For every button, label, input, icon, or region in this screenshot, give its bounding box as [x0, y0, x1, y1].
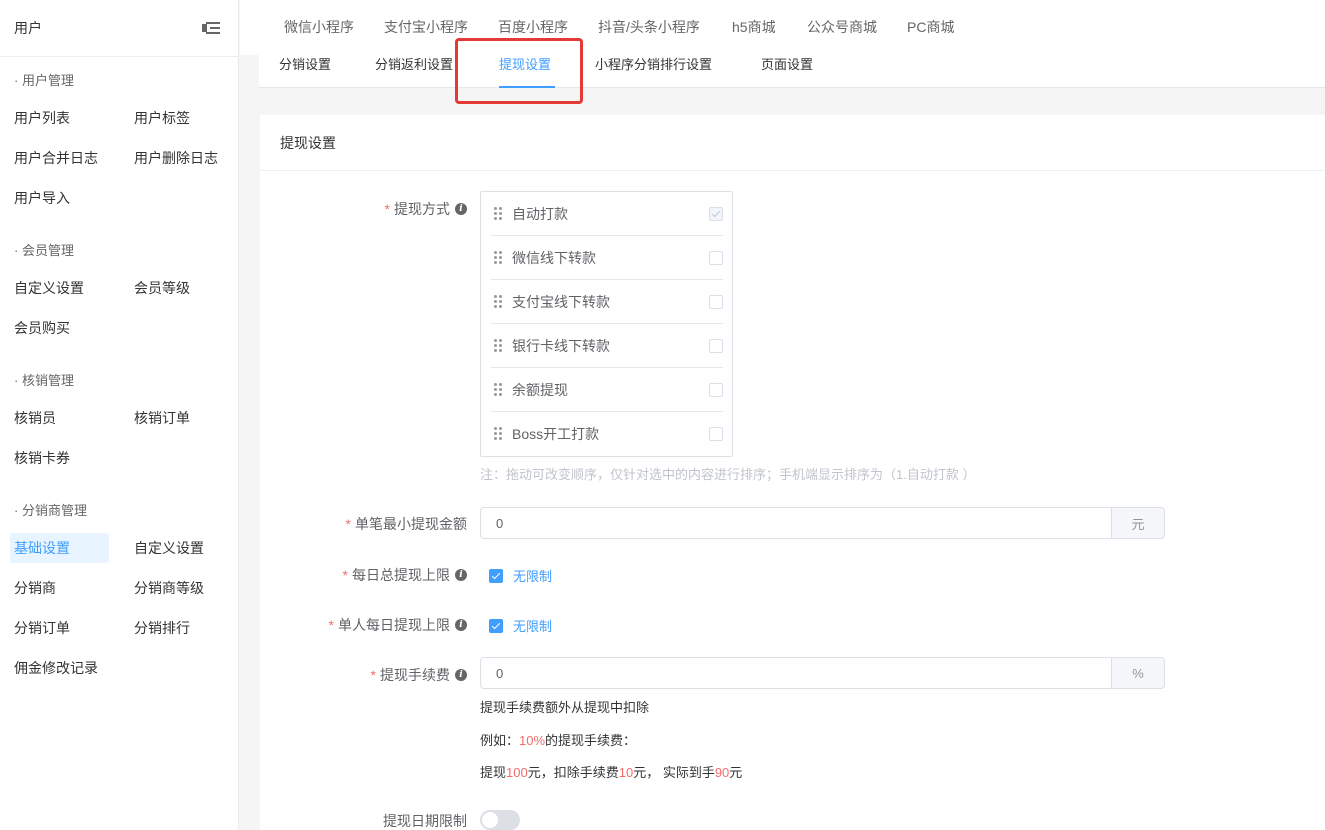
sidebar-item-user-import[interactable]: 用户导入	[10, 183, 74, 213]
sidebar-title: 用户	[14, 20, 42, 36]
sidebar-item-basic-settings[interactable]: 基础设置	[10, 533, 109, 563]
sidebar-item-distributor-level[interactable]: 分销商等级	[130, 573, 208, 603]
card-title: 提现设置	[260, 115, 1325, 171]
active-tab-indicator	[499, 86, 555, 88]
date-limit-switch[interactable]	[480, 810, 520, 830]
drag-handle-icon[interactable]	[494, 294, 502, 309]
sidebar-item-member-custom[interactable]: 自定义设置	[10, 273, 88, 303]
tab-page-settings[interactable]: 页面设置	[761, 54, 813, 73]
sidebar-item-commission-log[interactable]: 佣金修改记录	[10, 653, 102, 683]
tab-alipay-miniprogram[interactable]: 支付宝小程序	[384, 17, 468, 37]
withdraw-method-label: * 提现方式 i	[385, 199, 467, 219]
option-label: 支付宝线下转款	[512, 293, 610, 310]
sidebar-item-distribution-ranking[interactable]: 分销排行	[130, 613, 194, 643]
info-icon[interactable]: i	[455, 203, 467, 215]
sidebar: 用户 · 用户管理 用户列表 用户标签 用户合并日志 用户删除日志 用户导入 ·…	[0, 0, 239, 830]
sidebar-header: 用户	[0, 0, 238, 57]
fee-label: * 提现手续费 i	[371, 665, 467, 685]
fee-unit: %	[1111, 657, 1165, 689]
tab-ranking-settings[interactable]: 小程序分销排行设置	[595, 54, 712, 73]
fee-calculation-text: 提现100元，扣除手续费10元， 实际到手90元	[480, 765, 743, 780]
option-label: 微信线下转款	[512, 249, 596, 266]
tab-h5-mall[interactable]: h5商城	[732, 17, 776, 37]
drag-handle-icon[interactable]	[494, 427, 502, 441]
option-checkbox[interactable]	[709, 206, 723, 221]
tab-official-account-mall[interactable]: 公众号商城	[807, 17, 877, 37]
min-amount-label: * 单笔最小提现金额	[345, 516, 467, 532]
sidebar-item-member-level[interactable]: 会员等级	[130, 273, 194, 303]
list-item[interactable]: Boss开工打款	[491, 412, 723, 456]
fee-example-text: 例如：10%的提现手续费：	[480, 733, 637, 748]
list-item[interactable]: 银行卡线下转款	[491, 324, 723, 368]
option-checkbox[interactable]	[709, 382, 723, 397]
drag-handle-icon[interactable]	[494, 338, 502, 353]
checkbox-checked[interactable]	[489, 618, 503, 633]
sidebar-group-distributor: · 分销商管理	[14, 503, 87, 518]
info-icon[interactable]: i	[455, 619, 467, 631]
daily-total-unlimited-checkbox[interactable]: 无限制	[489, 566, 552, 585]
fee-input-group: %	[480, 657, 1165, 689]
tab-douyin-miniprogram[interactable]: 抖音/头条小程序	[598, 17, 700, 37]
checkbox-label: 无限制	[513, 569, 553, 584]
sidebar-group-verify: · 核销管理	[14, 373, 74, 388]
option-checkbox[interactable]	[709, 250, 723, 265]
sidebar-item-user-tags[interactable]: 用户标签	[130, 103, 194, 133]
sidebar-item-member-purchase[interactable]: 会员购买	[10, 313, 74, 343]
checkbox-checked[interactable]	[489, 568, 503, 583]
list-item[interactable]: 微信线下转款	[491, 236, 723, 280]
tab-rebate-settings[interactable]: 分销返利设置	[375, 54, 453, 73]
drag-handle-icon[interactable]	[494, 382, 502, 397]
list-item[interactable]: 自动打款	[491, 192, 723, 236]
option-label: 银行卡线下转款	[512, 337, 610, 354]
option-checkbox[interactable]	[709, 294, 723, 309]
sidebar-group-user: · 用户管理	[14, 73, 74, 88]
fee-input[interactable]	[480, 657, 1111, 689]
sidebar-item-verify-coupons[interactable]: 核销卡券	[10, 443, 74, 473]
withdraw-method-list: 自动打款 微信线下转款 支付宝线下转款 银行卡线下转款 余额提现 Boss开工打…	[480, 191, 733, 457]
sort-note: 注：拖动可改变顺序，仅针对选中的内容进行排序；手机端显示排序为（1.自动打款 ）	[480, 467, 976, 482]
tab-pc-mall[interactable]: PC商城	[907, 17, 954, 37]
option-label: 自动打款	[512, 205, 568, 222]
option-checkbox[interactable]	[709, 427, 723, 441]
collapse-menu-icon[interactable]	[202, 21, 220, 35]
sidebar-item-distribution-orders[interactable]: 分销订单	[10, 613, 74, 643]
tab-baidu-miniprogram[interactable]: 百度小程序	[498, 17, 568, 37]
tab-withdraw-settings[interactable]: 提现设置	[499, 54, 551, 73]
daily-total-limit-label: * 每日总提现上限 i	[343, 565, 467, 585]
sidebar-item-verify-orders[interactable]: 核销订单	[130, 403, 194, 433]
info-icon[interactable]: i	[455, 669, 467, 681]
drag-handle-icon[interactable]	[494, 206, 502, 221]
sidebar-item-user-merge-log[interactable]: 用户合并日志	[10, 143, 102, 173]
settings-sub-tabs: 分销设置 分销返利设置 提现设置 小程序分销排行设置 页面设置	[259, 40, 1325, 88]
daily-person-limit-label: * 单人每日提现上限 i	[329, 615, 467, 635]
fee-help-text: 提现手续费额外从提现中扣除	[480, 700, 650, 715]
tab-distribution-settings[interactable]: 分销设置	[279, 54, 331, 73]
list-item[interactable]: 余额提现	[491, 368, 723, 412]
min-amount-input-group: 元	[480, 507, 1165, 539]
sidebar-item-user-list[interactable]: 用户列表	[10, 103, 74, 133]
option-label: 余额提现	[512, 381, 568, 398]
sidebar-item-distributors[interactable]: 分销商	[10, 573, 60, 603]
list-item[interactable]: 支付宝线下转款	[491, 280, 723, 324]
option-checkbox[interactable]	[709, 338, 723, 353]
sidebar-group-member: · 会员管理	[14, 243, 74, 258]
sidebar-item-user-delete-log[interactable]: 用户删除日志	[130, 143, 222, 173]
tab-wechat-miniprogram[interactable]: 微信小程序	[284, 17, 354, 37]
min-amount-unit: 元	[1111, 507, 1165, 539]
sidebar-item-verifier[interactable]: 核销员	[10, 403, 60, 433]
min-amount-input[interactable]	[480, 507, 1111, 539]
checkbox-label: 无限制	[513, 619, 553, 634]
sidebar-item-distributor-custom[interactable]: 自定义设置	[130, 533, 208, 563]
option-label: Boss开工打款	[512, 426, 600, 442]
drag-handle-icon[interactable]	[494, 250, 502, 265]
info-icon[interactable]: i	[455, 569, 467, 581]
date-limit-label: 提现日期限制	[383, 813, 467, 829]
daily-person-unlimited-checkbox[interactable]: 无限制	[489, 616, 552, 635]
